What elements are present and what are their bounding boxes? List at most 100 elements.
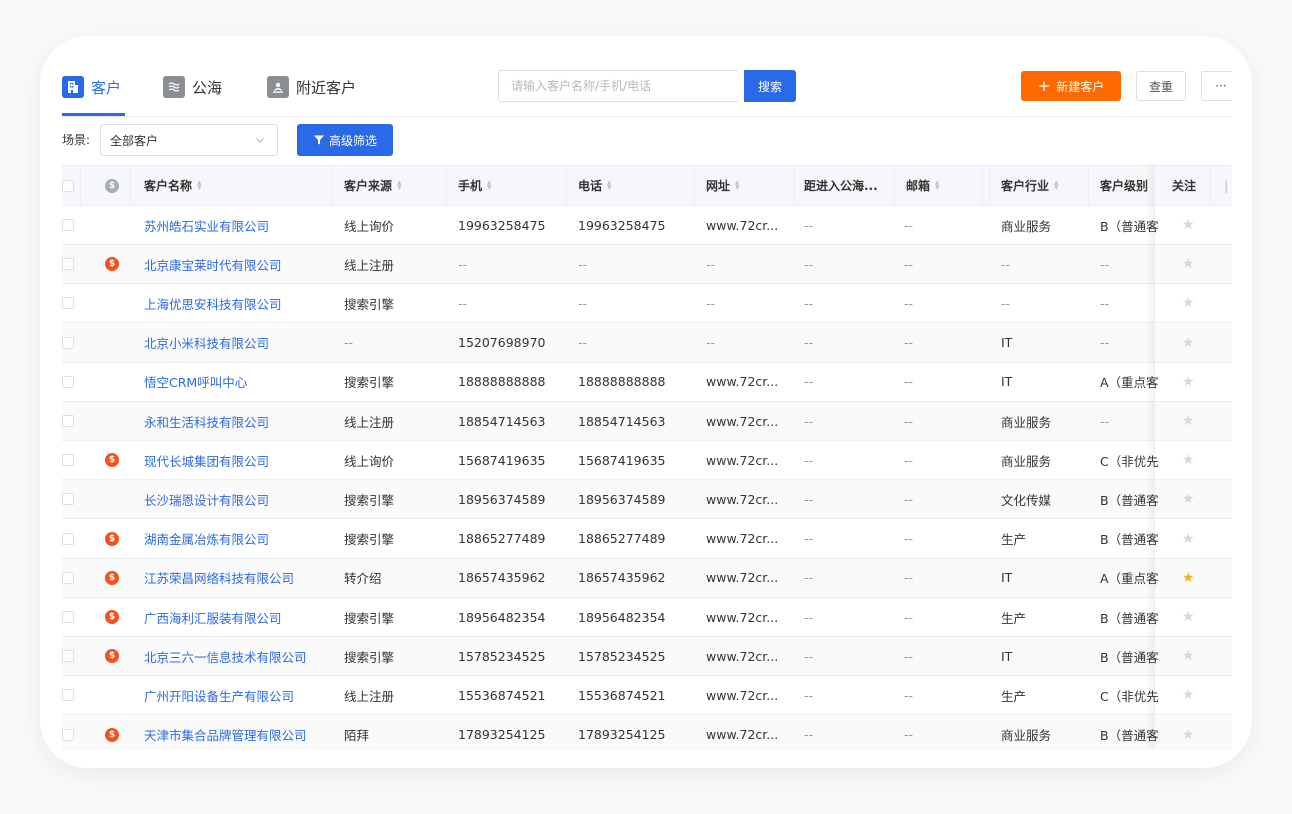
select-all-checkbox[interactable] bbox=[62, 179, 74, 192]
table-row[interactable]: $ 天津市集合品牌管理有限公司 陌拜 17893254125 17893254125 ww… bbox=[62, 715, 1232, 750]
star-icon[interactable]: ★ bbox=[1182, 256, 1195, 272]
column-header-label: 网址 bbox=[706, 179, 731, 193]
search-button[interactable]: 搜索 bbox=[744, 70, 796, 102]
tab-nearby-customers[interactable]: 附近客户 bbox=[267, 73, 356, 101]
cell-mobile: 18956374589 bbox=[458, 491, 546, 507]
row-checkbox[interactable] bbox=[62, 336, 74, 349]
sort-icon[interactable]: ▴ ▾ bbox=[197, 178, 202, 192]
sort-icon[interactable]: ▴ ▾ bbox=[487, 178, 492, 192]
cell-industry: 文化传媒 bbox=[1001, 492, 1052, 508]
row-checkbox[interactable] bbox=[62, 611, 74, 623]
column-header-mobile[interactable]: 手机 ▴ ▾ bbox=[458, 166, 492, 205]
star-icon[interactable]: ★ bbox=[1182, 648, 1195, 664]
table-row[interactable]: 北京小米科技有限公司 -- 15207698970 -- -- -- -- IT -- ★ bbox=[62, 323, 1232, 363]
cell-website: www.72cr... bbox=[706, 491, 779, 507]
scene-label: 场景: bbox=[62, 133, 91, 147]
table-row[interactable]: $ 北京康宝莱时代有限公司 线上注册 -- -- -- -- -- -- -- ★ bbox=[62, 245, 1232, 285]
advanced-filter-button[interactable]: 高级筛选 bbox=[297, 124, 393, 156]
star-icon[interactable]: ★ bbox=[1182, 609, 1195, 625]
row-checkbox[interactable] bbox=[62, 219, 74, 231]
table-row[interactable]: $ 北京三六一信息技术有限公司 搜索引擎 15785234525 15785234525… bbox=[62, 637, 1232, 677]
star-icon[interactable]: ★ bbox=[1182, 452, 1195, 468]
table-row[interactable]: 上海优思安科技有限公司 搜索引擎 -- -- -- -- -- -- -- ★ bbox=[62, 284, 1232, 324]
table-row[interactable]: $ 湖南金属冶炼有限公司 搜索引擎 18865277489 18865277489 www… bbox=[62, 519, 1232, 559]
star-icon[interactable]: ★ bbox=[1182, 335, 1195, 351]
star-icon[interactable]: ★ bbox=[1182, 295, 1195, 311]
deal-dollar-icon: $ bbox=[105, 570, 119, 585]
star-icon[interactable]: ★ bbox=[1182, 687, 1195, 703]
row-checkbox-cell bbox=[62, 206, 74, 244]
follow-cell: ★ bbox=[1182, 363, 1195, 401]
table-row[interactable]: $ 江苏荣昌网络科技有限公司 转介绍 18657435962 18657435962 ww… bbox=[62, 558, 1232, 598]
table-row[interactable]: 长沙瑞恩设计有限公司 搜索引擎 18956374589 18956374589 www.… bbox=[62, 480, 1232, 520]
row-checkbox-cell bbox=[62, 598, 74, 636]
customer-name-link[interactable]: 苏州皓石实业有限公司 bbox=[144, 206, 334, 244]
star-icon[interactable]: ★ bbox=[1182, 374, 1195, 390]
star-icon[interactable]: ★ bbox=[1182, 531, 1195, 547]
customer-name-link[interactable]: 上海优思安科技有限公司 bbox=[144, 284, 334, 322]
cell-website: www.72cr... bbox=[706, 687, 779, 703]
cell-source: 搜索引擎 bbox=[344, 649, 395, 665]
customer-name-link[interactable]: 天津市集合品牌管理有限公司 bbox=[144, 716, 334, 750]
more-button[interactable]: ··· bbox=[1201, 71, 1232, 101]
customer-name-link[interactable]: 广西海利汇服装有限公司 bbox=[144, 598, 334, 636]
customer-name-link[interactable]: 现代长城集团有限公司 bbox=[144, 441, 334, 479]
scene-select[interactable]: 全部客户 bbox=[100, 124, 278, 156]
row-checkbox[interactable] bbox=[62, 454, 74, 467]
column-header-industry[interactable]: 客户行业 ▴ ▾ bbox=[1001, 166, 1059, 205]
star-icon[interactable]: ★ bbox=[1182, 413, 1195, 429]
table-row[interactable]: $ 现代长城集团有限公司 线上询价 15687419635 15687419635 www… bbox=[62, 441, 1232, 481]
row-checkbox[interactable] bbox=[62, 493, 74, 506]
cell-level: B（普通客 bbox=[1100, 728, 1159, 744]
row-checkbox[interactable] bbox=[62, 415, 74, 427]
sort-icon[interactable]: ▴ ▾ bbox=[607, 178, 612, 192]
sort-icon[interactable]: ▴ ▾ bbox=[397, 178, 402, 192]
customer-name-link[interactable]: 长沙瑞恩设计有限公司 bbox=[144, 480, 334, 518]
new-customer-label: 新建客户 bbox=[1056, 79, 1105, 94]
cell-phone: 18956374589 bbox=[578, 491, 666, 507]
column-header-name[interactable]: 客户名称 ▴ ▾ bbox=[144, 166, 202, 205]
row-checkbox[interactable] bbox=[62, 375, 74, 388]
new-customer-button[interactable]: + 新建客户 bbox=[1021, 71, 1121, 101]
cell-pool-days: -- bbox=[804, 452, 814, 468]
star-icon[interactable]: ★ bbox=[1182, 217, 1195, 233]
column-header-website[interactable]: 网址 ▴ ▾ bbox=[706, 166, 740, 205]
cell-pool-days: -- bbox=[804, 570, 814, 586]
row-checkbox[interactable] bbox=[62, 728, 74, 741]
row-checkbox[interactable] bbox=[62, 571, 74, 584]
row-checkbox[interactable] bbox=[62, 297, 74, 310]
row-checkbox-cell bbox=[62, 284, 74, 322]
row-checkbox[interactable] bbox=[62, 532, 74, 545]
tab-public-sea[interactable]: 公海 bbox=[163, 73, 222, 101]
star-icon[interactable]: ★ bbox=[1182, 727, 1195, 743]
customer-name-link[interactable]: 湖南金属冶炼有限公司 bbox=[144, 520, 334, 558]
column-header-phone[interactable]: 电话 ▴ ▾ bbox=[578, 166, 612, 205]
cell-email: -- bbox=[904, 491, 914, 507]
table-row[interactable]: $ 广西海利汇服装有限公司 搜索引擎 18956482354 18956482354 ww… bbox=[62, 598, 1232, 637]
star-icon[interactable]: ★ bbox=[1182, 491, 1195, 507]
dedupe-button[interactable]: 查重 bbox=[1136, 71, 1186, 101]
customer-name-link[interactable]: 北京康宝莱时代有限公司 bbox=[144, 245, 334, 283]
sort-icon[interactable]: ▴ ▾ bbox=[935, 178, 940, 192]
tab-customers[interactable]: 客户 bbox=[62, 73, 121, 101]
customer-name-link[interactable]: 悟空CRM呼叫中心 bbox=[144, 363, 334, 401]
star-filled-icon[interactable]: ★ bbox=[1182, 570, 1195, 586]
sort-icon[interactable]: ▴ ▾ bbox=[735, 178, 740, 192]
table-row[interactable]: 悟空CRM呼叫中心 搜索引擎 18888888888 18888888888 www.7… bbox=[62, 362, 1232, 402]
table-row[interactable]: 广州开阳设备生产有限公司 线上注册 15536874521 15536874521 ww… bbox=[62, 676, 1232, 716]
column-header-email[interactable]: 邮箱 ▴ ▾ bbox=[906, 166, 940, 205]
table-row[interactable]: 苏州皓石实业有限公司 线上询价 19963258475 19963258475 www.… bbox=[62, 206, 1232, 245]
customer-name-link[interactable]: 北京小米科技有限公司 bbox=[144, 324, 334, 362]
customer-name-link[interactable]: 北京三六一信息技术有限公司 bbox=[144, 637, 334, 675]
row-checkbox[interactable] bbox=[62, 689, 74, 702]
cell-email: -- bbox=[904, 413, 914, 429]
customer-name-link[interactable]: 江苏荣昌网络科技有限公司 bbox=[144, 559, 334, 597]
table-row[interactable]: 永和生活科技有限公司 线上注册 18854714563 18854714563 www.… bbox=[62, 402, 1232, 441]
customer-name-link[interactable]: 永和生活科技有限公司 bbox=[144, 402, 334, 440]
row-checkbox[interactable] bbox=[62, 258, 74, 271]
column-header-source[interactable]: 客户来源 ▴ ▾ bbox=[344, 166, 402, 205]
search-input[interactable] bbox=[498, 70, 738, 102]
sort-icon[interactable]: ▴ ▾ bbox=[1054, 178, 1059, 192]
row-checkbox[interactable] bbox=[62, 650, 74, 663]
customer-name-link[interactable]: 广州开阳设备生产有限公司 bbox=[144, 676, 334, 714]
